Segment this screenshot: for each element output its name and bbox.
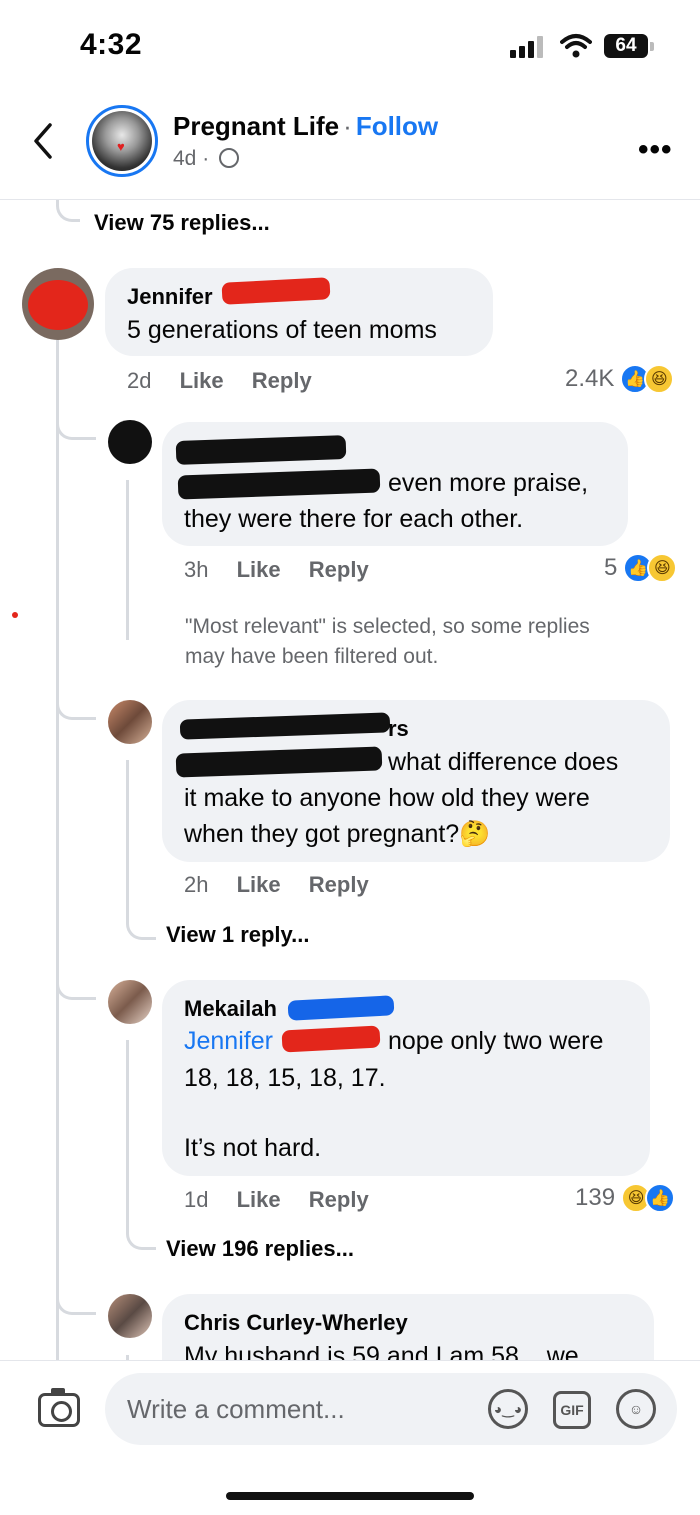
reaction-summary[interactable]: 139 😆 👍 [575, 1183, 676, 1213]
gif-icon[interactable]: GIF [553, 1391, 591, 1429]
reply-button[interactable]: Reply [309, 557, 369, 582]
like-button[interactable]: Like [237, 872, 281, 897]
avatar[interactable] [22, 268, 94, 340]
reply-button[interactable]: Reply [309, 1187, 369, 1212]
page-name-link[interactable]: Pregnant Life [173, 111, 339, 141]
comment-text: it make to anyone how old they were [184, 784, 590, 812]
chevron-left-icon[interactable] [28, 121, 58, 161]
page-title: Pregnant Life · Follow [173, 111, 438, 142]
post-meta: 4d · [173, 147, 240, 171]
comment-actions: 2h Like Reply [184, 872, 391, 898]
comment-time: 2d [127, 368, 152, 393]
battery-icon: 64 [604, 34, 648, 58]
comment-text: nope only two were [388, 1027, 604, 1055]
page-avatar[interactable]: ♥ [86, 105, 158, 177]
comment-text-line: when they got pregnant? [184, 820, 460, 848]
comment-author[interactable]: Jennifer [127, 284, 213, 310]
like-button[interactable]: Like [237, 557, 281, 582]
more-icon[interactable]: ••• [638, 133, 673, 167]
comment-text: even more praise, [388, 469, 589, 497]
filter-note-line: "Most relevant" is selected, so some rep… [185, 615, 590, 638]
comment-time: 3h [184, 557, 209, 582]
heart-icon: ♥ [117, 139, 125, 154]
like-button[interactable]: Like [237, 1187, 281, 1212]
comment-time: 2h [184, 872, 209, 897]
view-replies-link[interactable]: View 196 replies... [166, 1236, 354, 1262]
separator: · [343, 111, 352, 141]
indicator-dot [12, 612, 18, 618]
reaction-summary[interactable]: 2.4K 👍 😆 [565, 364, 675, 394]
camera-icon[interactable] [38, 1388, 80, 1427]
comment-text: what difference does [388, 748, 619, 776]
comment-text: It’s not hard. [184, 1134, 322, 1162]
comment-input[interactable] [105, 1373, 677, 1445]
thread-connector [56, 670, 96, 720]
view-replies-link[interactable]: View 75 replies... [94, 210, 270, 236]
avatar[interactable] [108, 700, 152, 744]
comment-author[interactable]: Chris Curley-Wherley [184, 1310, 408, 1336]
comment-actions: 2d Like Reply [127, 368, 334, 394]
reply-button[interactable]: Reply [309, 872, 369, 897]
like-button[interactable]: Like [180, 368, 224, 393]
comment-author[interactable]: rs [388, 716, 409, 742]
avatar[interactable] [108, 1294, 152, 1338]
avatar[interactable] [108, 420, 152, 464]
comment-text: 18, 18, 15, 18, 17. [184, 1064, 386, 1092]
thread-connector [56, 950, 96, 1000]
reaction-summary[interactable]: 5 👍 😆 [604, 553, 678, 583]
haha-reaction-icon: 😆 [647, 553, 678, 583]
comment-text: when they got pregnant?🤔 [184, 816, 490, 852]
haha-reaction-icon: 😆 [644, 364, 675, 394]
like-reaction-icon: 👍 [645, 1183, 676, 1213]
comment-time: 1d [184, 1187, 209, 1212]
thread-connector [126, 760, 156, 940]
filter-note-line: may have been filtered out. [185, 645, 439, 668]
comment-author[interactable]: Mekailah [184, 996, 277, 1022]
emoji-icon[interactable]: ☺ [616, 1389, 656, 1429]
comment-text: My husband is 59 and I am 58... we [184, 1342, 579, 1360]
comment-actions: 1d Like Reply [184, 1187, 391, 1213]
thread-line [126, 480, 129, 640]
comment-thread[interactable]: View 75 replies... Jennifer 5 generation… [0, 200, 700, 1360]
thread-connector [126, 1040, 156, 1250]
reaction-count: 5 [604, 554, 618, 581]
comment-text: 5 generations of teen moms [127, 316, 437, 344]
comment-actions: 3h Like Reply [184, 557, 391, 583]
wifi-icon [560, 34, 592, 58]
mention-link[interactable]: Jennifer [184, 1023, 273, 1059]
post-header: ♥ Pregnant Life · Follow 4d · ••• [0, 95, 700, 200]
thread-line [56, 340, 59, 1360]
reaction-count: 2.4K [565, 365, 615, 392]
comment-text: they were there for each other. [184, 505, 524, 533]
thread-connector [56, 200, 80, 222]
thread-connector [56, 390, 96, 440]
reply-button[interactable]: Reply [252, 368, 312, 393]
post-age: 4d · [173, 147, 210, 170]
status-bar: 4:32 64 [0, 0, 700, 95]
cellular-signal-icon [510, 36, 550, 58]
globe-icon [219, 148, 240, 168]
sticker-icon[interactable]: ◕‿◕ [488, 1389, 528, 1429]
battery-nub [650, 42, 654, 51]
filter-note: "Most relevant" is selected, so some rep… [185, 612, 590, 672]
reaction-count: 139 [575, 1184, 616, 1211]
thinking-emoji: 🤔 [459, 820, 491, 848]
view-replies-link[interactable]: View 1 reply... [166, 922, 309, 948]
avatar[interactable] [108, 980, 152, 1024]
status-time: 4:32 [80, 28, 143, 61]
thread-connector [56, 1265, 96, 1315]
follow-button[interactable]: Follow [356, 111, 438, 141]
home-indicator [226, 1492, 474, 1500]
